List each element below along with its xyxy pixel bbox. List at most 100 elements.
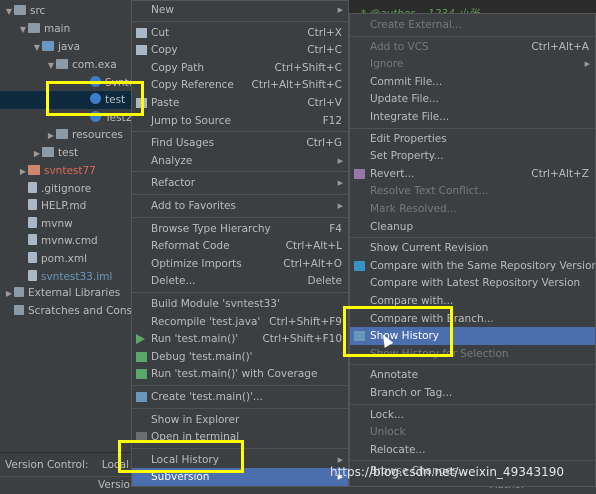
menu-item-run-test-main[interactable]: Run 'test.main()' Ctrl+Shift+F10 [132,330,348,348]
folder-icon [28,165,40,175]
menu-item-browse-type-hierarchy[interactable]: Browse Type Hierarchy F4 [132,220,348,238]
menu-item-shortcut: Ctrl+Shift+C [274,61,342,74]
menu-item-shortcut: Ctrl+G [306,137,342,150]
menu-item-copy-path[interactable]: Copy Path Ctrl+Shift+C [132,59,348,77]
version-control-bar: Version Control: Local [0,452,135,476]
expand-right-icon[interactable]: ▶ [4,285,14,303]
scratches-icon [14,305,24,315]
menu-item-label: Browse Type Hierarchy [151,222,271,235]
menu-item-recompile-test-java[interactable]: Recompile 'test.java' Ctrl+Shift+F9 [132,313,348,331]
menu-item-copy[interactable]: Copy Ctrl+C [132,41,348,59]
source-folder-icon [42,41,54,51]
menu-item-set-property[interactable]: Set Property... [350,147,595,165]
menu-item-cut[interactable]: Cut Ctrl+X [132,24,348,42]
tree-item[interactable]: ▶ resources [0,126,135,144]
menu-item-synchronize-test-java[interactable]: Synchronize 'test.java' [132,486,348,487]
tree-item[interactable]: Scratches and Consc [0,302,135,320]
tree-item[interactable]: mvnw [0,215,135,233]
tree-item[interactable]: .gitignore [0,180,135,198]
folder-icon [28,23,40,33]
menu-item-label: Copy [151,44,178,57]
menu-item-label: Refactor [151,177,196,190]
menu-separator [350,403,595,405]
menu-item-label: Revert... [370,167,415,180]
tree-item[interactable]: ▶ External Libraries [0,284,135,302]
expand-right-icon[interactable]: ▶ [46,127,56,145]
file-icon [28,217,37,228]
menu-item-cleanup[interactable]: Cleanup [350,218,595,236]
menu-item-update-file[interactable]: Update File... [350,90,595,108]
menu-item-find-usages[interactable]: Find Usages Ctrl+G [132,134,348,152]
menu-item-annotate[interactable]: Annotate [350,366,595,384]
module-file-icon [28,270,37,281]
tree-item[interactable]: pom.xml [0,250,135,268]
expand-down-icon[interactable]: ▼ [46,57,56,75]
expand-down-icon[interactable]: ▼ [32,39,42,57]
menu-item-label: Cut [151,26,170,39]
menu-item-create-test-main[interactable]: Create 'test.main()'... [132,388,348,406]
menu-item-debug-test-main[interactable]: Debug 'test.main()' [132,348,348,366]
menu-item-shortcut: Ctrl+V [307,97,342,109]
package-icon [56,59,68,69]
tree-item[interactable]: mvnw.cmd [0,232,135,250]
menu-item-label: Show in Explorer [151,413,240,426]
menu-item-copy-reference[interactable]: Copy Reference Ctrl+Alt+Shift+C [132,76,348,94]
submenu-arrow-icon: ▶ [337,179,343,188]
menu-item-label: Add to VCS [370,40,429,53]
menu-item-label: Cleanup [370,220,414,233]
menu-item-run-test-main-with-coverage[interactable]: Run 'test.main()' with Coverage [132,365,348,383]
expand-down-icon[interactable]: ▼ [4,3,14,21]
expand-down-icon[interactable]: ▼ [18,21,28,39]
tree-item-label: com.exa [72,59,117,71]
scissors-icon [136,27,147,38]
menu-item-add-to-favorites[interactable]: Add to Favorites ▶ [132,197,348,215]
menu-item-jump-to-source[interactable]: Jump to Source F12 [132,112,348,130]
version-column-header[interactable]: Versio [98,479,130,491]
maven-icon [28,252,37,263]
tree-item[interactable]: ▼ src [0,2,135,20]
tree-item[interactable]: ▶ test [0,144,135,162]
submenu-arrow-icon: ▶ [337,202,343,210]
menu-item-label: Copy Path [151,61,205,74]
tree-item[interactable]: HELP.md [0,197,135,215]
tree-item[interactable]: ▶ svntest77 [0,162,135,180]
expand-right-icon[interactable]: ▶ [18,163,28,181]
tree-item[interactable]: ▼ com.exa [0,56,135,74]
project-tree[interactable]: ▼ src ▼ main ▼ java ▼ com.exa Svnte test Test2 ▶ res… [0,0,135,452]
menu-item-delete[interactable]: Delete... Delete [132,272,348,290]
menu-item-edit-properties[interactable]: Edit Properties [350,130,595,148]
menu-separator [350,35,595,37]
menu-item-reformat-code[interactable]: Reformat Code Ctrl+Alt+L [132,237,348,255]
menu-item-paste[interactable]: Paste Ctrl+V [132,94,348,112]
menu-item-compare-with-latest-repository-version[interactable]: Compare with Latest Repository Version [350,274,595,292]
menu-item-relocate[interactable]: Relocate... [350,441,595,459]
menu-item-build-module-svntest33[interactable]: Build Module 'svntest33' [132,295,348,313]
menu-item-compare-with-the-same-repository-version[interactable]: Compare with the Same Repository Version [350,257,595,275]
tree-item-label: main [44,23,71,35]
expand-right-icon[interactable]: ▶ [32,145,42,163]
menu-item-revert[interactable]: Revert... Ctrl+Alt+Z [350,165,595,183]
menu-separator [350,364,595,366]
menu-item-analyze[interactable]: Analyze ▶ [132,152,348,170]
tree-item[interactable]: ▼ main [0,20,135,38]
menu-item-integrate-file[interactable]: Integrate File... [350,108,595,126]
menu-item-label: Commit File... [370,75,443,88]
menu-item-branch-or-tag[interactable]: Branch or Tag... [350,384,595,402]
menu-item-refactor[interactable]: Refactor ▶ [132,174,348,192]
menu-item-optimize-imports[interactable]: Optimize Imports Ctrl+Alt+O [132,255,348,273]
menu-item-label: Add to Favorites [151,200,236,212]
menu-item-new[interactable]: New ▶ [132,1,348,19]
tree-item[interactable]: ▼ java [0,38,135,56]
menu-separator [350,237,595,239]
menu-item-label: Edit Properties [370,132,447,145]
tree-item-label: svntest33.iml [41,271,113,283]
folder-icon [42,147,54,157]
menu-item-label: Update File... [370,93,439,106]
debug-icon [136,351,147,362]
menu-item-lock[interactable]: Lock... [350,406,595,424]
menu-item-show-in-explorer[interactable]: Show in Explorer [132,411,348,429]
menu-item-label: Create 'test.main()'... [151,391,263,403]
tree-item-label: svntest77 [44,165,96,177]
menu-item-commit-file[interactable]: Commit File... [350,73,595,91]
menu-item-show-current-revision[interactable]: Show Current Revision [350,239,595,257]
